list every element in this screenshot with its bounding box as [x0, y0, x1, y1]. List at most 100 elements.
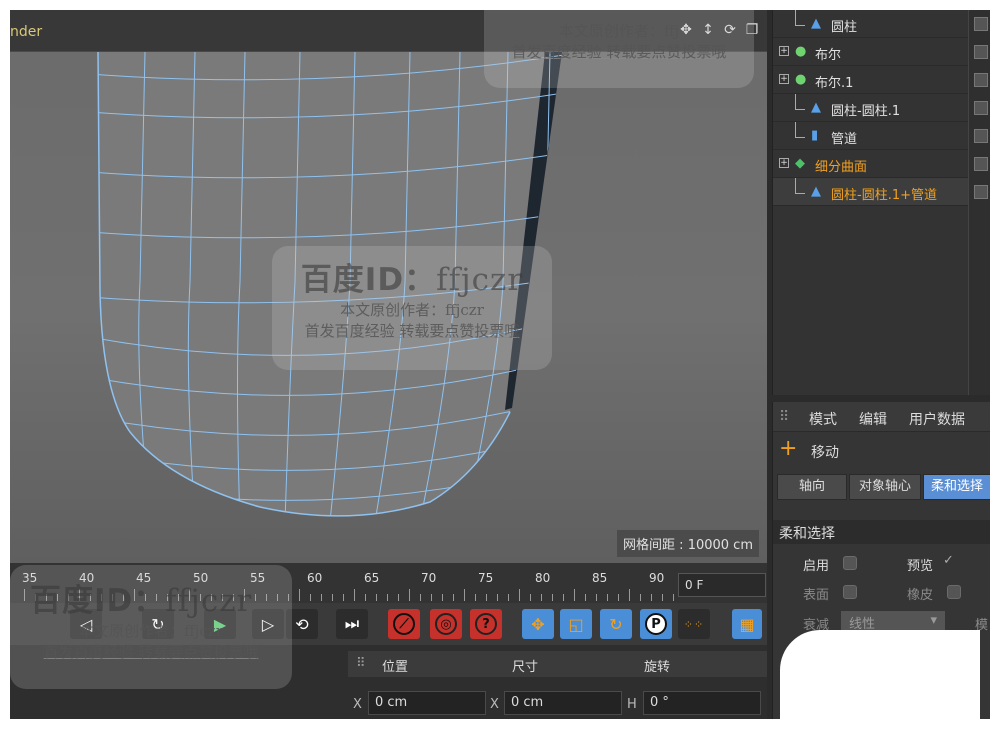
point-level-icon: ⁘⁘	[683, 617, 705, 631]
object-row[interactable]: + ◆ 细分曲面	[773, 150, 990, 178]
object-row[interactable]: + ● 布尔	[773, 38, 990, 66]
timeline-tick-mark	[321, 594, 322, 601]
record-key-button[interactable]: ⟋	[388, 609, 420, 639]
watermark-center: 百度ID：ffjczr 本文原创作者：ffjczr 首发百度经验 转载要点赞投票…	[272, 246, 552, 370]
visibility-toggle[interactable]	[974, 73, 988, 87]
menu-user-data[interactable]: 用户数据	[909, 409, 965, 429]
timeline-tick-mark	[464, 589, 465, 601]
timeline-tick-mark	[662, 594, 663, 601]
timeline-tick-mark	[475, 594, 476, 601]
tab-object-axis[interactable]: 对象轴心	[849, 474, 921, 500]
visibility-toggle[interactable]	[974, 45, 988, 59]
watermark-notice: 首发百度经验 转载要点赞投票哦	[304, 322, 520, 340]
keyframe-selection-icon: ?	[475, 613, 497, 635]
visibility-toggle[interactable]	[974, 101, 988, 115]
watermark-bottom-id: ffjczr	[165, 583, 253, 619]
timeline-tick-mark	[519, 589, 520, 601]
timeline-tick-mark	[310, 594, 311, 601]
rotation-h-label: H	[627, 697, 637, 712]
cylinder-icon: ▲	[811, 16, 821, 31]
go-to-end-button[interactable]: ⏭	[336, 609, 368, 639]
enable-checkbox[interactable]	[843, 556, 857, 570]
preview-checkbox[interactable]: ✓	[943, 553, 954, 568]
timeline-tick-mark	[431, 594, 432, 601]
timeline-tick-mark	[541, 594, 542, 601]
scale-key-button[interactable]: ◱	[560, 609, 592, 639]
timeline-tick-mark	[574, 589, 575, 601]
timeline-tick-mark	[398, 594, 399, 601]
surface-checkbox[interactable]	[843, 585, 857, 599]
loop-toggle-icon: ⟲	[295, 614, 309, 634]
subdivision-surface-icon: ◆	[795, 156, 805, 171]
timeline-tick-mark	[596, 594, 597, 601]
watermark-top: 本文原创作者：ffj 首发百度经验 转载要点赞投票哦	[484, 10, 754, 88]
visibility-column	[968, 10, 990, 395]
grip-icon: ⠿	[356, 656, 366, 671]
watermark-bottom: 百度ID：ffjczr 本文原创作者：ffjczr 首发百度经验 转载要点赞投票…	[10, 565, 292, 689]
timeline-tick-mark	[651, 594, 652, 601]
tab-soft-selection[interactable]: 柔和选择	[923, 474, 990, 500]
object-row[interactable]: ▮ 管道	[773, 122, 990, 150]
menu-edit[interactable]: 编辑	[859, 409, 887, 429]
visibility-toggle[interactable]	[974, 157, 988, 171]
timeline-tick-mark	[585, 594, 586, 601]
object-row[interactable]: ▲ 圆柱	[773, 10, 990, 38]
menu-mode[interactable]: 模式	[809, 409, 837, 429]
tree-connector	[795, 94, 805, 110]
timeline-tick-label: 85	[592, 571, 608, 585]
position-x-label: X	[353, 697, 362, 712]
watermark-bottom-notice: 首发百度经验 转载要点赞投票哦	[43, 643, 259, 661]
visibility-toggle[interactable]	[974, 17, 988, 31]
attribute-menu-bar: ⠿ 模式 编辑 用户数据	[773, 402, 990, 432]
redaction-blot	[780, 630, 980, 719]
expand-toggle-icon[interactable]: +	[779, 158, 789, 168]
watermark-bottom-label: 百度ID：	[30, 583, 166, 619]
enable-label: 启用	[803, 559, 830, 574]
timeline-tick-mark	[420, 594, 421, 601]
timeline-tick-mark	[486, 594, 487, 601]
coordinates-header: ⠿ 位置 尺寸 旋转	[348, 651, 767, 677]
rubber-checkbox[interactable]	[947, 585, 961, 599]
object-name: 圆柱-圆柱.1+管道	[831, 188, 937, 203]
watermark-top-author: 本文原创作者：ffj	[558, 22, 680, 40]
param-key-icon: P	[645, 613, 667, 635]
timeline-tick-mark	[332, 594, 333, 601]
autokey-icon: ◎	[435, 613, 457, 635]
object-name: 布尔	[815, 48, 842, 63]
visibility-toggle[interactable]	[974, 185, 988, 199]
visibility-toggle[interactable]	[974, 129, 988, 143]
scale-key-icon: ◱	[568, 614, 584, 634]
record-key-icon: ⟋	[393, 613, 415, 635]
timeline-tick-mark	[365, 594, 366, 601]
autokey-button[interactable]: ◎	[430, 609, 462, 639]
object-row[interactable]: + ● 布尔.1	[773, 66, 990, 94]
expand-toggle-icon[interactable]: +	[779, 74, 789, 84]
object-row[interactable]: ▲ 圆柱-圆柱.1	[773, 94, 990, 122]
point-level-button[interactable]: ⁘⁘	[678, 609, 710, 639]
grip-icon: ⠿	[779, 409, 790, 425]
expand-toggle-icon[interactable]: +	[779, 46, 789, 56]
rotation-h-field[interactable]: 0 °	[643, 691, 761, 715]
param-key-button[interactable]: P	[640, 609, 672, 639]
boole-icon: ●	[795, 72, 807, 87]
size-x-field[interactable]: 0 cm	[504, 691, 622, 715]
object-manager: ▲ 圆柱 + ● 布尔 + ● 布尔.1 ▲ 圆柱-圆柱.1 ▮ 管道 + ◆ 细分曲面 ▲ 圆柱-圆柱.1+管…	[772, 10, 990, 395]
polygon-object-icon: ▲	[811, 100, 821, 115]
position-x-field[interactable]: 0 cm	[368, 691, 486, 715]
timeline-tick-mark	[343, 594, 344, 601]
film-button[interactable]: ▦	[732, 609, 762, 639]
3d-viewport[interactable]: nder ✥ ↕ ⟳ ❐ 网格间距 : 10000 cm 百度ID：ffjczr…	[10, 10, 767, 563]
current-frame-field[interactable]: 0 F	[678, 573, 766, 597]
timeline-tick-mark	[640, 594, 641, 601]
tab-axis[interactable]: 轴向	[777, 474, 847, 500]
timeline-tick-mark	[508, 594, 509, 601]
timeline-tick-mark	[607, 594, 608, 601]
keyframe-selection-button[interactable]: ?	[470, 609, 502, 639]
timeline-tick-mark	[442, 594, 443, 601]
tool-title: 移动	[811, 445, 839, 461]
object-row[interactable]: ▲ 圆柱-圆柱.1+管道	[773, 178, 990, 206]
object-name: 管道	[831, 132, 858, 147]
timeline-tick-mark	[497, 594, 498, 601]
move-key-button[interactable]: ✥	[522, 609, 554, 639]
rotate-key-button[interactable]: ↻	[600, 609, 632, 639]
